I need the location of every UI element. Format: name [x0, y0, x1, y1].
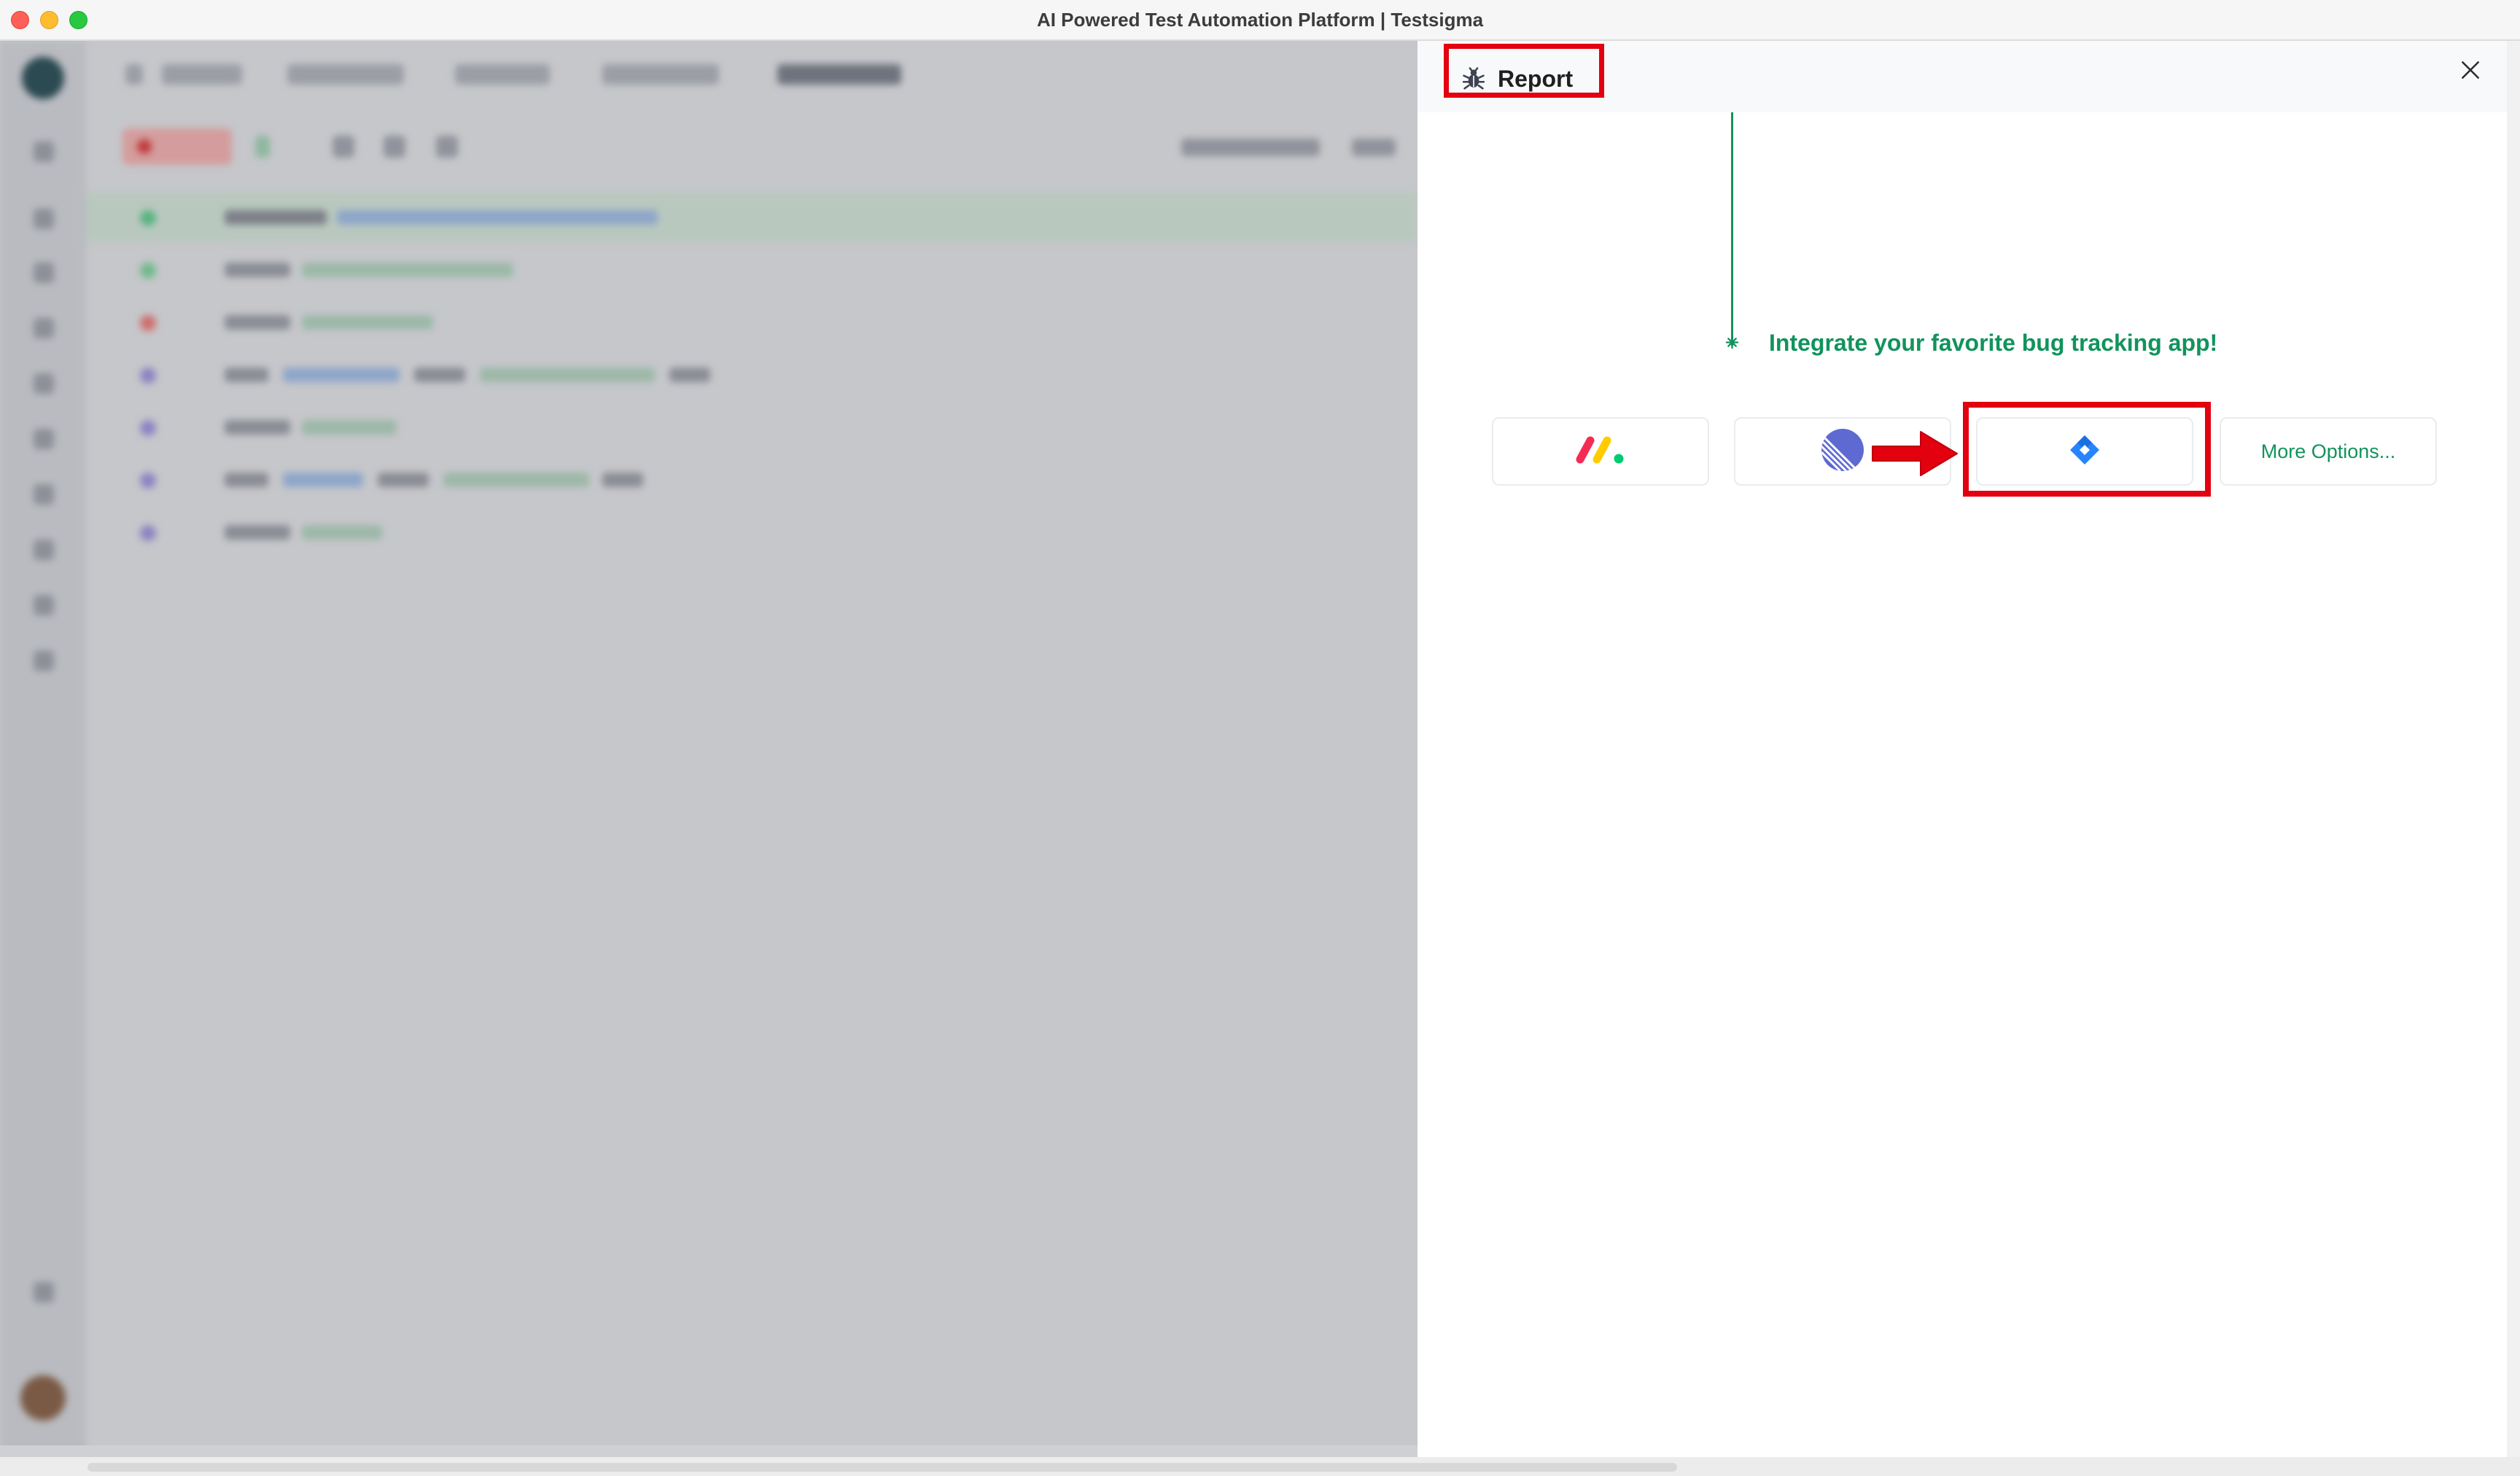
- monday-integration-button[interactable]: [1492, 417, 1709, 486]
- report-panel: Report Integrate your favorite bug track…: [1418, 41, 2507, 1457]
- decorative-line: [1731, 112, 1733, 346]
- background-sidebar: [0, 41, 86, 1457]
- report-highlight-box: [1444, 44, 1604, 98]
- window-title: AI Powered Test Automation Platform | Te…: [1036, 9, 1484, 31]
- background-app-overlay: [0, 41, 1418, 1457]
- spark-icon: [1725, 335, 1739, 349]
- jira-highlight-box: [1963, 402, 2211, 497]
- close-icon: [2459, 58, 2482, 85]
- arrow-right-icon: [1867, 427, 1961, 483]
- horizontal-scrollbar[interactable]: [0, 1457, 2520, 1476]
- window-title-bar: AI Powered Test Automation Platform | Te…: [0, 0, 2520, 41]
- more-options-label: More Options...: [2260, 440, 2396, 462]
- close-button[interactable]: [2453, 54, 2488, 89]
- scrollbar-thumb[interactable]: [88, 1463, 1677, 1472]
- window-right-edge: [2507, 41, 2520, 1476]
- more-options-button[interactable]: More Options...: [2220, 417, 2437, 486]
- integrate-message: Integrate your favorite bug tracking app…: [1769, 330, 2218, 356]
- linear-logo-icon: [1820, 427, 1865, 476]
- monday-logo-icon: [1571, 433, 1630, 470]
